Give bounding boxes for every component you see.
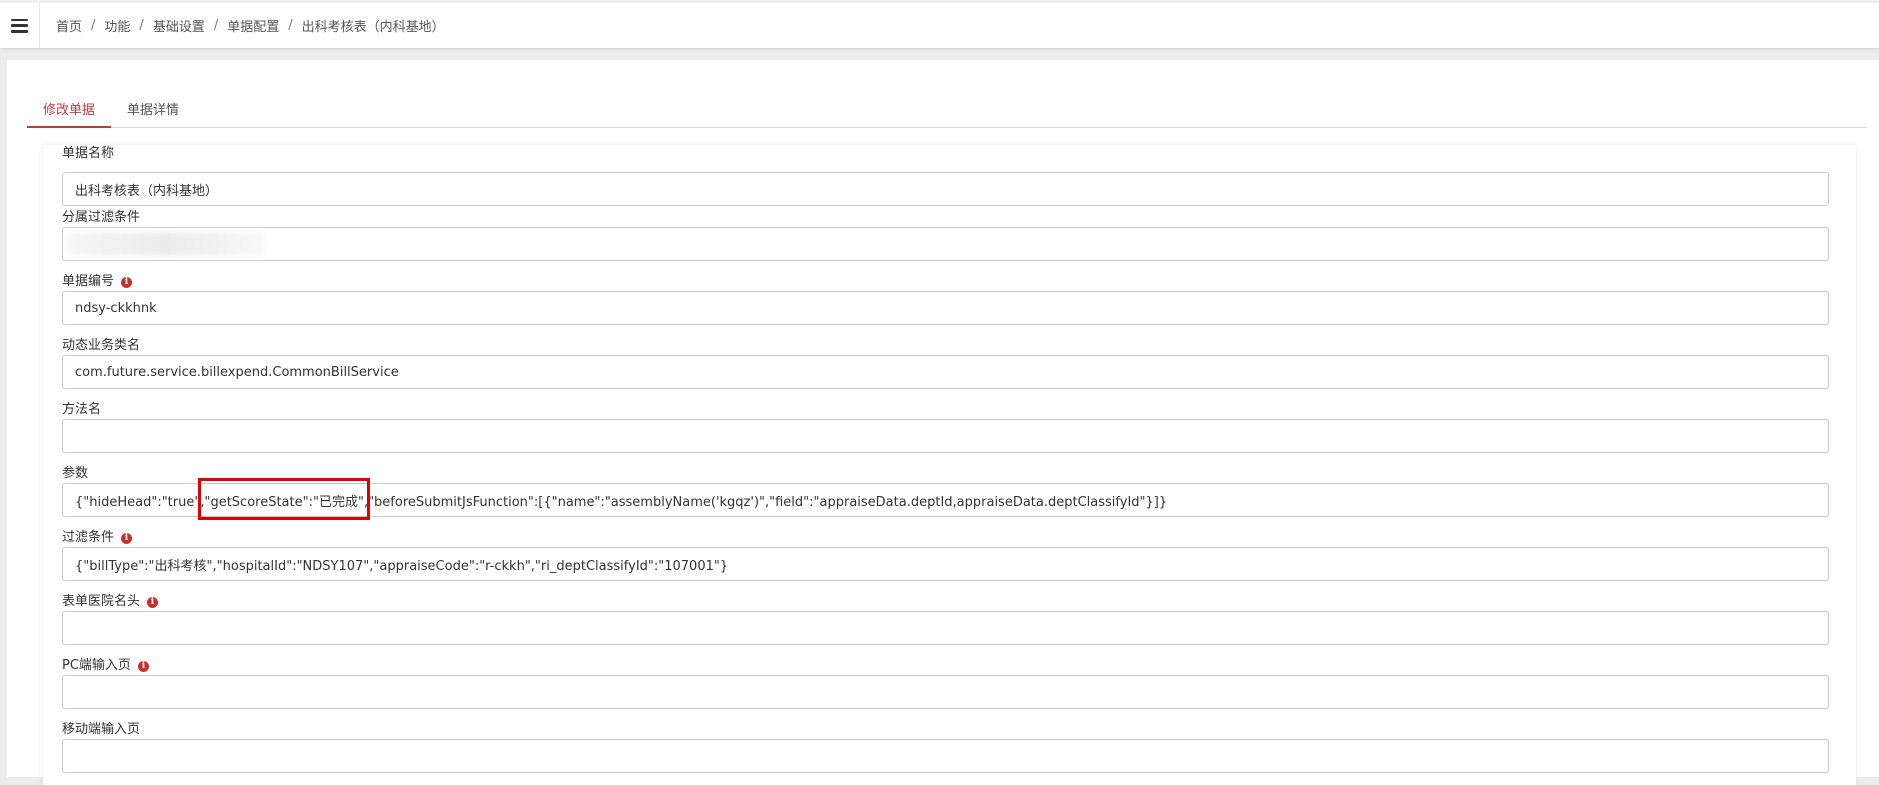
breadcrumb-basic-settings[interactable]: 基础设置 <box>153 16 205 35</box>
dynamic-class-label: 动态业务类名 <box>62 337 1829 355</box>
filter-branch-label: 分属过滤条件 <box>62 209 1829 227</box>
filter-cond-input[interactable] <box>62 547 1829 581</box>
breadcrumb-home[interactable]: 首页 <box>56 16 82 35</box>
bill-name-label-text: 单据名称 <box>62 146 115 161</box>
breadcrumb-separator: / <box>288 18 293 33</box>
breadcrumb-separator: / <box>91 18 96 33</box>
method-name-label: 方法名 <box>62 401 1829 419</box>
hospital-header-label-text: 表单医院名头 <box>62 594 141 609</box>
top-bar: 首页 / 功能 / 基础设置 / 单据配置 / 出科考核表（内科基地） <box>0 0 1879 48</box>
mobile-input-page-label: 移动端输入页 <box>62 721 1829 739</box>
bill-code-label-text: 单据编号 <box>62 274 115 289</box>
info-icon[interactable]: i <box>121 276 133 288</box>
params-label-text: 参数 <box>62 466 89 481</box>
pc-input-page-label: PC端输入页 i <box>62 657 1829 675</box>
field-params: 参数 <box>62 465 1829 520</box>
main-panel: 修改单据 单据详情 单据名称 分属过滤条件 单据编号 i <box>7 60 1879 785</box>
tab-bar: 修改单据 单据详情 <box>27 90 1867 128</box>
breadcrumb: 首页 / 功能 / 基础设置 / 单据配置 / 出科考核表（内科基地） <box>40 16 445 35</box>
pc-input-page-input[interactable] <box>62 675 1829 709</box>
method-name-label-text: 方法名 <box>62 402 102 417</box>
menu-toggle-button[interactable] <box>0 3 40 48</box>
tab-edit-bill[interactable]: 修改单据 <box>27 90 112 128</box>
field-filter-cond: 过滤条件 i <box>62 529 1829 581</box>
edit-form: 单据名称 分属过滤条件 单据编号 i 动态业务类名 <box>43 145 1856 785</box>
bill-name-input[interactable] <box>62 172 1829 206</box>
dynamic-class-label-text: 动态业务类名 <box>62 338 141 353</box>
mobile-input-page-label-text: 移动端输入页 <box>62 722 141 737</box>
info-icon[interactable]: i <box>147 596 159 608</box>
info-icon[interactable]: i <box>121 532 133 544</box>
filter-branch-label-text: 分属过滤条件 <box>62 210 141 225</box>
bill-name-label: 单据名称 <box>62 145 1829 163</box>
dynamic-class-input[interactable] <box>62 355 1829 389</box>
mobile-input-page-input[interactable] <box>62 739 1829 773</box>
filter-cond-label: 过滤条件 i <box>62 529 1829 547</box>
bill-code-label: 单据编号 i <box>62 273 1829 291</box>
field-bill-name: 单据名称 <box>62 145 1829 206</box>
field-bill-code: 单据编号 i <box>62 273 1829 325</box>
filter-cond-label-text: 过滤条件 <box>62 530 115 545</box>
pc-input-page-label-text: PC端输入页 <box>62 658 131 673</box>
hospital-header-input[interactable] <box>62 611 1829 645</box>
breadcrumb-function[interactable]: 功能 <box>104 16 130 35</box>
hospital-header-label: 表单医院名头 i <box>62 593 1829 611</box>
bill-code-input[interactable] <box>62 291 1829 325</box>
breadcrumb-separator: / <box>213 18 219 33</box>
menu-icon <box>11 18 28 33</box>
info-icon[interactable]: i <box>137 660 149 672</box>
method-name-input[interactable] <box>62 419 1829 453</box>
params-label: 参数 <box>62 465 1829 483</box>
field-dynamic-class: 动态业务类名 <box>62 337 1829 389</box>
field-mobile-input-page: 移动端输入页 <box>62 721 1829 773</box>
tab-bill-details[interactable]: 单据详情 <box>111 90 195 128</box>
filter-branch-input[interactable] <box>62 227 1829 261</box>
params-input[interactable] <box>62 483 1829 517</box>
field-pc-input-page: PC端输入页 i <box>62 657 1829 709</box>
breadcrumb-bill-config[interactable]: 单据配置 <box>227 16 279 35</box>
field-method-name: 方法名 <box>62 401 1829 453</box>
field-hospital-header: 表单医院名头 i <box>62 593 1829 645</box>
breadcrumb-separator: / <box>139 18 144 33</box>
breadcrumb-current: 出科考核表（内科基地） <box>301 20 445 35</box>
field-filter-branch: 分属过滤条件 <box>62 209 1829 261</box>
